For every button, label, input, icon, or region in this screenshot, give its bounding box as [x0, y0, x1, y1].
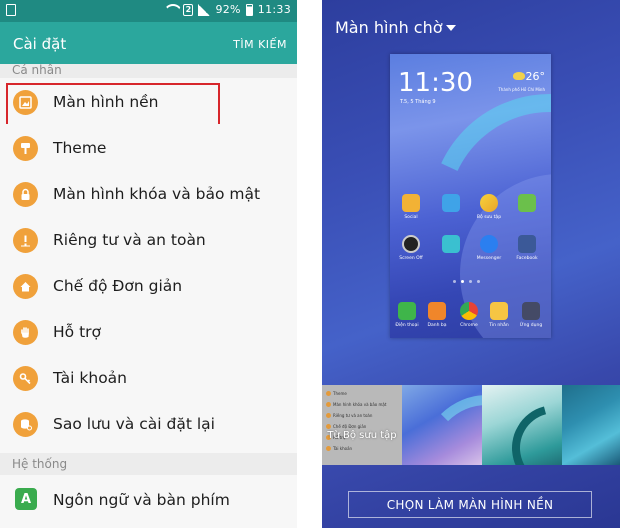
mini-list-label: Màn hình khóa và bảo mật: [333, 402, 387, 407]
wallpaper-icon: [13, 90, 38, 115]
mini-list-label: Theme: [333, 391, 347, 396]
wallpaper-panel: Màn hình chờ 11:30 T.5, 5 Tháng 9 26° Th…: [322, 0, 620, 528]
settings-item-label: Theme: [53, 139, 107, 157]
lock-icon: [13, 182, 38, 207]
mini-list-item: Màn hình khóa và bảo mật: [326, 402, 386, 407]
settings-app-bar: Cài đặt TÌM KIẾM: [0, 22, 297, 68]
settings-item-privacy[interactable]: Riêng tư và an toàn: [0, 216, 297, 262]
settings-list: Màn hình nền Theme Màn hình khóa và bảo …: [0, 78, 297, 446]
chrome-app-icon: [460, 302, 478, 320]
settings-panel: 2 92% 11:33 Cài đặt TÌM KIẾM Cá nhân Màn…: [0, 0, 297, 528]
settings-item-easy-mode[interactable]: Chế độ Đơn giản: [0, 262, 297, 308]
paintbrush-icon: [13, 136, 38, 161]
mini-list-label: Tài khoản: [333, 446, 353, 451]
weather-icon: [513, 72, 525, 80]
app-label: Tin nhắn: [489, 323, 509, 328]
screen-selector[interactable]: Màn hình chờ: [335, 18, 443, 37]
app-icon: [442, 235, 460, 253]
backup-icon: [13, 412, 38, 437]
mini-list-item: Tài khoản: [326, 446, 352, 451]
app-label: Social: [404, 215, 418, 220]
settings-item-wallpaper[interactable]: Màn hình nền: [0, 78, 297, 127]
section-system: Hệ thống: [0, 453, 297, 475]
signal-icon: [198, 3, 211, 16]
gallery-app-icon: [480, 194, 498, 212]
app-label: Danh bạ: [427, 323, 447, 328]
battery-percent: 92%: [215, 3, 241, 16]
page-indicator: [453, 280, 480, 283]
phone-app-icon: [398, 302, 416, 320]
page-dot: [477, 280, 480, 283]
app-label: Chrome: [460, 323, 478, 328]
settings-item-label: Chế độ Đơn giản: [53, 277, 183, 295]
app-label: Screen Off: [399, 256, 423, 261]
settings-item-theme[interactable]: Theme: [0, 124, 297, 170]
thumb-from-gallery[interactable]: Theme Màn hình khóa và bảo mật Riêng tư …: [322, 385, 402, 465]
status-bar: 2 92% 11:33: [0, 0, 297, 22]
messages-app-icon: [490, 302, 508, 320]
app-label: Ứng dụng: [519, 323, 543, 328]
settings-item-lock-security[interactable]: Màn hình khóa và bảo mật: [0, 170, 297, 216]
mini-list-dot: [326, 446, 331, 451]
settings-item-accounts[interactable]: Tài khoản: [0, 354, 297, 400]
hand-icon: [13, 320, 38, 345]
wallpaper-thumbnails: Theme Màn hình khóa và bảo mật Riêng tư …: [322, 385, 620, 465]
settings-item-backup-reset[interactable]: Sao lưu và cài đặt lại: [0, 400, 297, 446]
messenger-app-icon: [480, 235, 498, 253]
battery-icon: [245, 3, 253, 16]
language-icon: A: [15, 488, 37, 510]
status-time: 11:33: [257, 3, 291, 16]
preview-clock: 11:30: [398, 68, 473, 98]
settings-item-label: Ngôn ngữ và bàn phím: [53, 491, 230, 509]
app-label: Messenger: [476, 256, 502, 261]
page-dot-active: [461, 280, 464, 283]
settings-item-label: Sao lưu và cài đặt lại: [53, 415, 215, 433]
apps-grid-icon: [522, 302, 540, 320]
mini-list-dot: [326, 391, 331, 396]
section-personal: Cá nhân: [0, 64, 297, 78]
settings-item-label: Hỗ trợ: [53, 323, 101, 341]
gallery-caption: Từ Bộ sưu tập: [327, 430, 397, 441]
mini-list-dot: [326, 402, 331, 407]
settings-item-label: Màn hình khóa và bảo mật: [53, 185, 261, 203]
wallpaper-preview: 11:30 T.5, 5 Tháng 9 26° Thành phố Hồ Ch…: [390, 54, 551, 338]
app-label: Bộ sưu tập: [476, 215, 502, 220]
settings-item-label: Riêng tư và an toàn: [53, 231, 206, 249]
facebook-app-icon: [518, 235, 536, 253]
search-button[interactable]: TÌM KIẾM: [233, 38, 287, 51]
home-icon: [13, 274, 38, 299]
contacts-app-icon: [428, 302, 446, 320]
mini-list-label: Riêng tư và an toàn: [333, 413, 373, 418]
notification-icon: [6, 4, 16, 16]
settings-item-label: Màn hình nền: [53, 93, 159, 111]
preview-date: T.5, 5 Tháng 9: [400, 99, 436, 105]
app-label: Facebook: [516, 256, 538, 261]
thumb-wallpaper-blue[interactable]: [402, 385, 482, 465]
set-wallpaper-button[interactable]: CHỌN LÀM MÀN HÌNH NỀN: [348, 491, 592, 518]
key-icon: [13, 366, 38, 391]
app-folder-icon: [442, 194, 460, 212]
wifi-icon: [164, 4, 178, 16]
app-folder-icon: [518, 194, 536, 212]
sim-icon: 2: [183, 3, 194, 16]
privacy-icon: [13, 228, 38, 253]
thumb-wallpaper-ocean[interactable]: [562, 385, 620, 465]
page-title: Cài đặt: [13, 35, 67, 53]
mini-list-dot: [326, 413, 331, 418]
thumb-wallpaper-teal[interactable]: [482, 385, 562, 465]
settings-item-label: Tài khoản: [53, 369, 127, 387]
preview-location: Thành phố Hồ Chí Minh: [498, 87, 545, 92]
settings-item-support[interactable]: Hỗ trợ: [0, 308, 297, 354]
screen-off-app-icon: [402, 235, 420, 253]
dropdown-caret-icon[interactable]: [446, 25, 456, 31]
mini-list-item: Theme: [326, 391, 347, 396]
social-app-icon: [402, 194, 420, 212]
page-dot: [469, 280, 472, 283]
preview-temperature: 26°: [525, 70, 546, 83]
page-dot: [453, 280, 456, 283]
settings-item-language-keyboard[interactable]: A Ngôn ngữ và bàn phím: [0, 475, 297, 528]
mini-list-item: Riêng tư và an toàn: [326, 413, 372, 418]
app-label: Điện thoại: [395, 323, 419, 328]
